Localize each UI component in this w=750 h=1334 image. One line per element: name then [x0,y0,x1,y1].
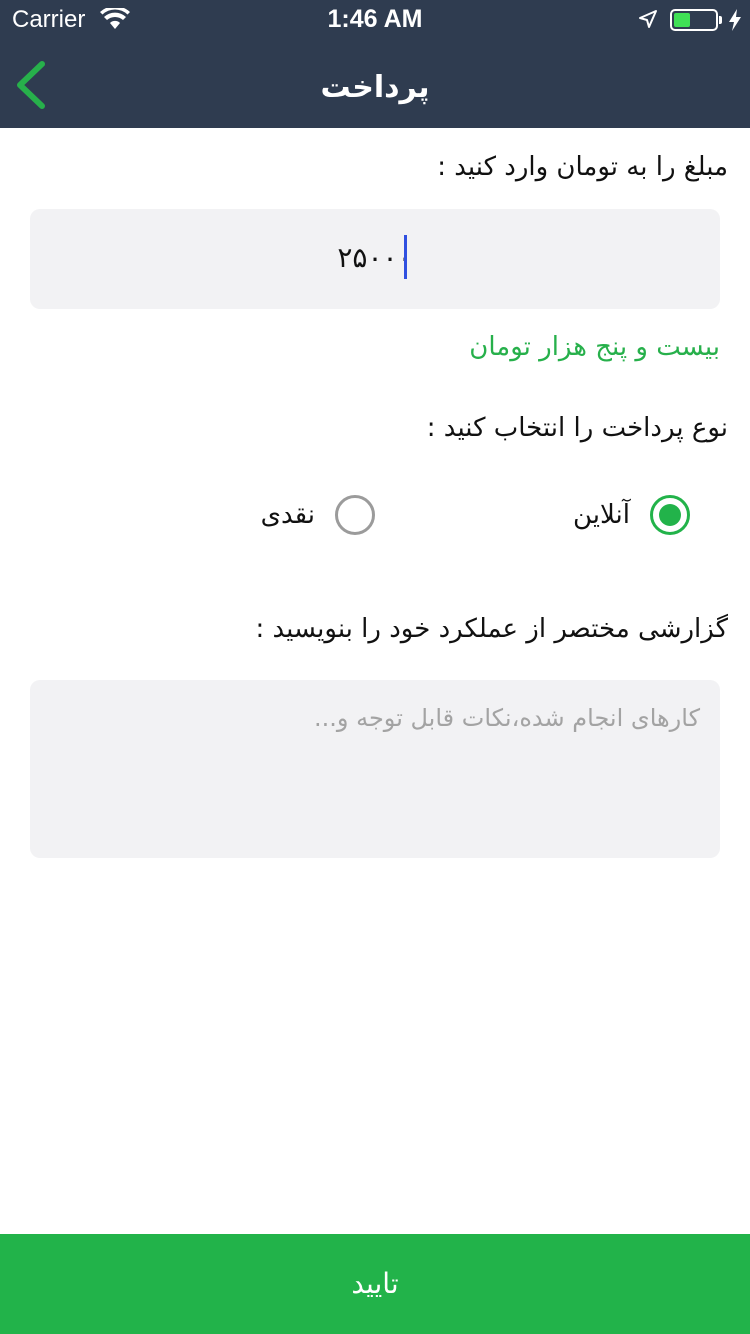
payment-option-online-label[interactable]: آنلاین [573,500,630,530]
navigation-bar: Carrier 1:46 AM پرداخت [0,0,750,128]
location-arrow-icon [639,10,657,28]
battery-icon [670,9,722,31]
amount-in-words: بیست و پنج هزار تومان [469,332,720,362]
battery-level [674,13,690,27]
charging-bolt-icon [729,9,741,31]
report-label: گزارشی مختصر از عملکرد خود را بنویسید : [255,614,728,644]
payment-option-cash-label[interactable]: نقدی [261,500,315,530]
payment-option-online-radio[interactable] [650,495,690,535]
amount-input[interactable]: ۲۵۰۰۰ [30,209,720,309]
amount-label: مبلغ را به تومان وارد کنید : [437,152,728,182]
confirm-button[interactable]: تایید [0,1234,750,1334]
payment-type-label: نوع پرداخت را انتخاب کنید : [426,413,728,443]
amount-value: ۲۵۰۰۰ [337,241,413,274]
text-cursor [404,235,407,279]
page-title: پرداخت [320,70,430,105]
report-textarea[interactable] [30,680,720,858]
payment-option-cash-radio[interactable] [335,495,375,535]
